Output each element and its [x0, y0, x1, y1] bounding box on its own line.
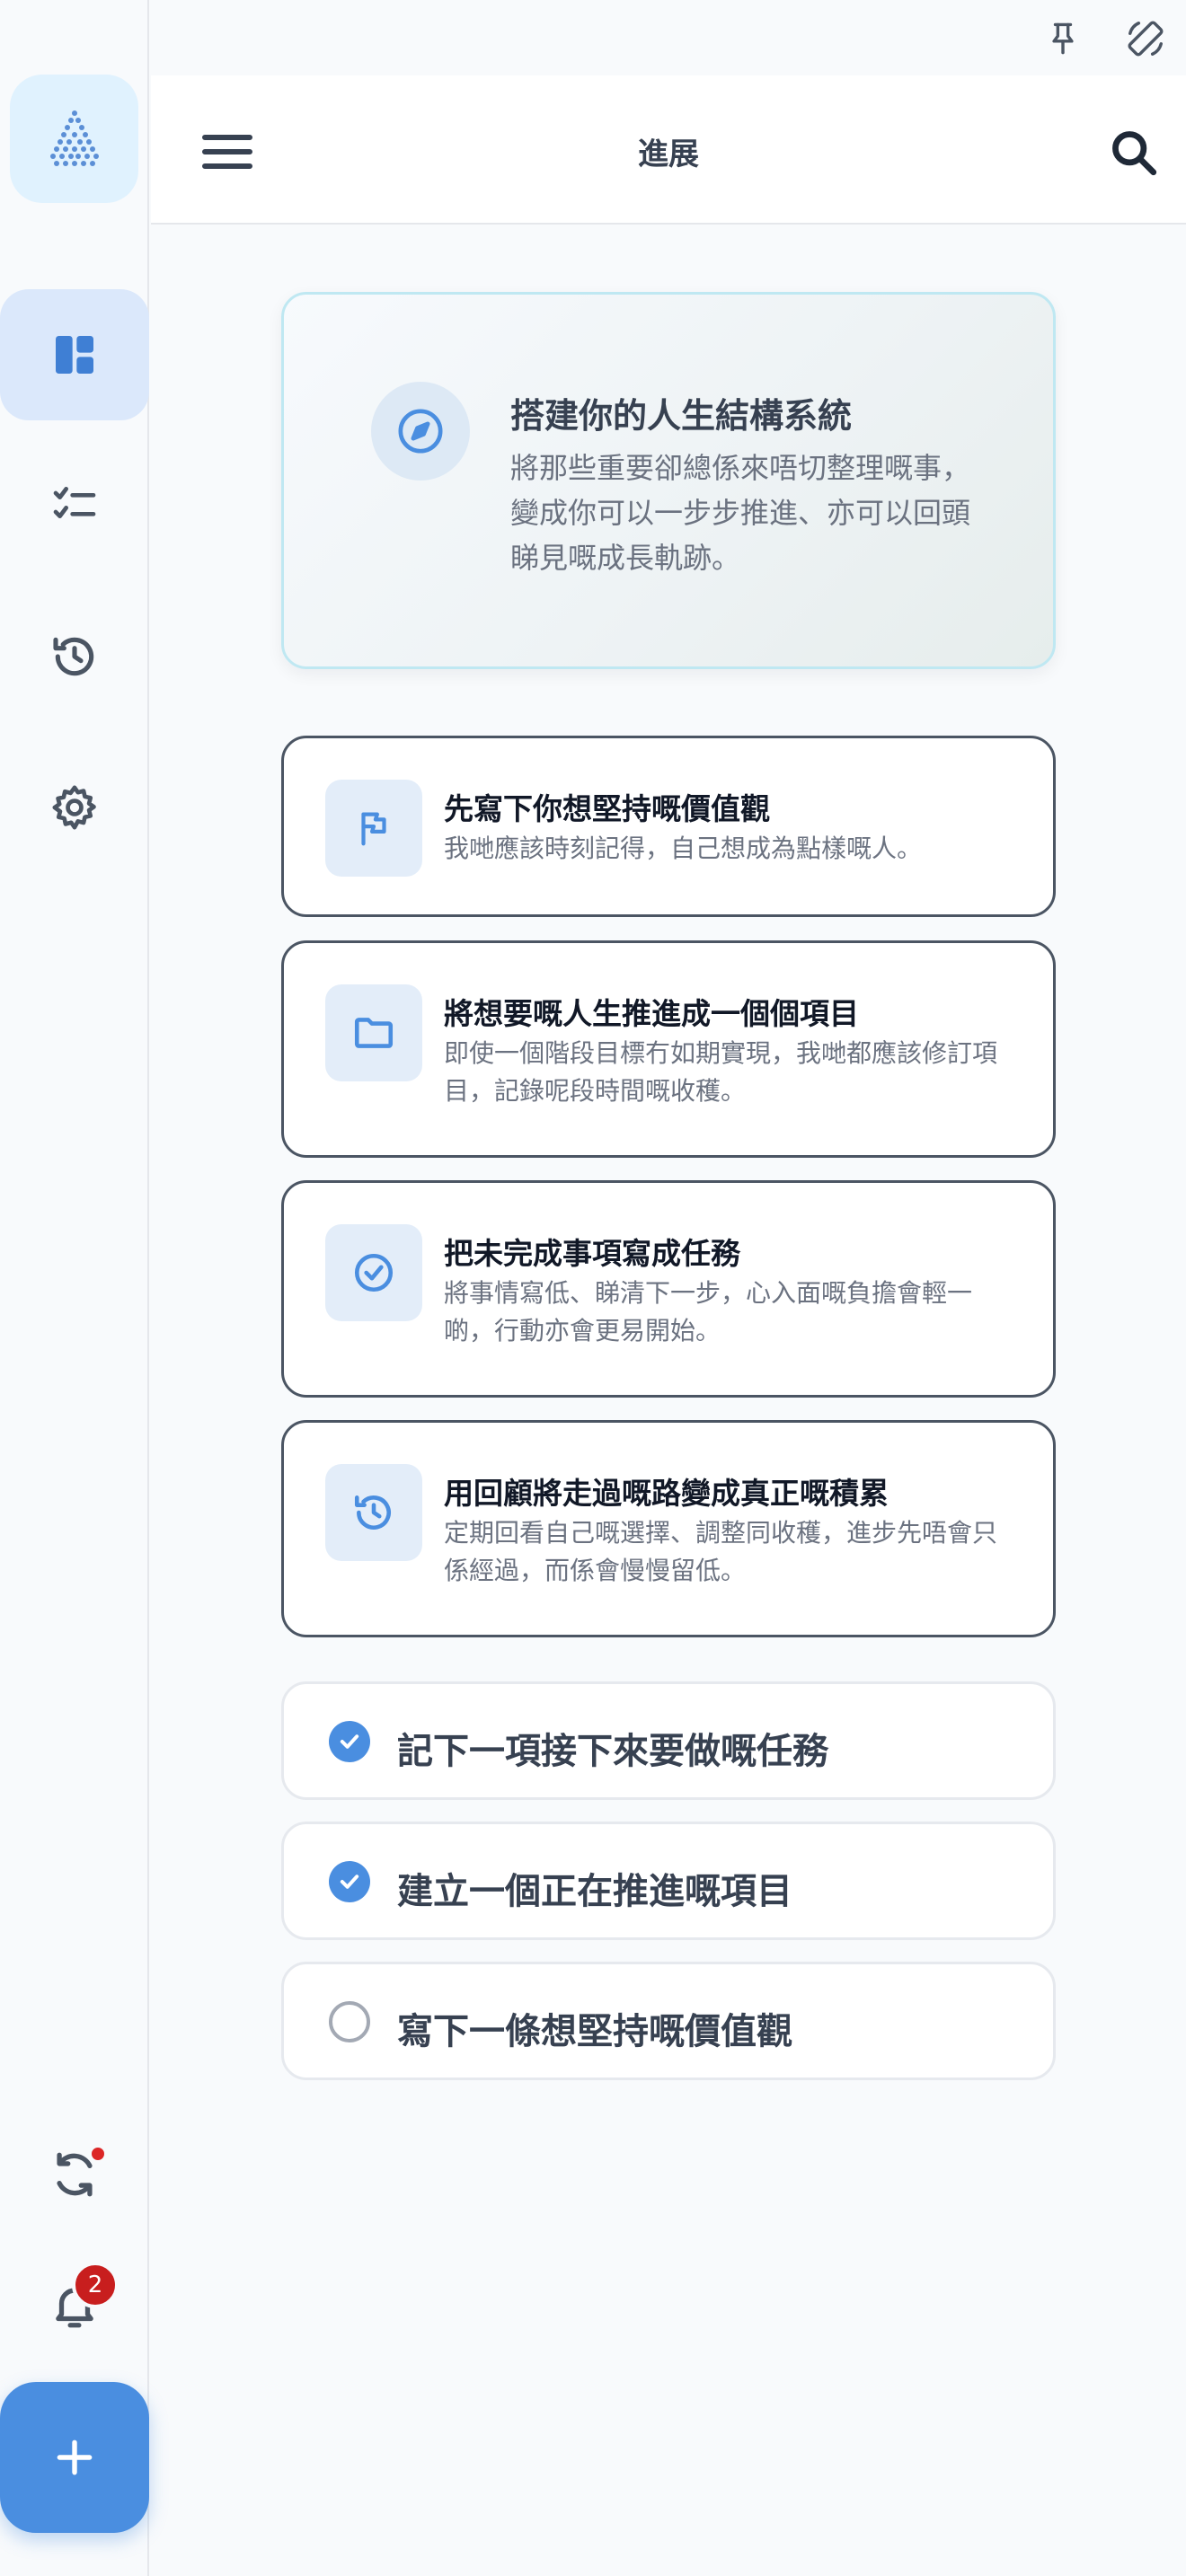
check-icon — [340, 1875, 359, 1889]
intro-body: 將那些重要卻總係來唔切整理嘅事，變成你可以一步步推進、亦可以回頭睇見嘅成長軌跡。 — [510, 451, 971, 575]
window-toolbar — [151, 0, 1186, 75]
folder-icon — [354, 1018, 394, 1048]
step-body: 定期回看自己嘅選擇、調整同收穫，進步先唔會只係經過，而係會慢慢留低。 — [444, 1518, 998, 1585]
search-button[interactable] — [1100, 119, 1168, 187]
checklist-item-project[interactable]: 建立一個正在推進嘅項目 — [281, 1822, 1056, 1940]
tasks-icon — [53, 487, 96, 518]
checkbox-checked[interactable] — [329, 1861, 370, 1902]
step-card-values[interactable]: 先寫下你想堅持嘅價值觀 我哋應該時刻記得，自己想成為點樣嘅人。 — [281, 736, 1056, 917]
step-title: 用回顧將走過嘅路變成真正嘅積累 — [444, 1476, 889, 1511]
checkbox-unchecked[interactable] — [329, 2001, 370, 2042]
checklist-item-task[interactable]: 記下一項接下來要做嘅任務 — [281, 1681, 1056, 1800]
intro-icon-badge — [371, 382, 470, 481]
step-card-tasks[interactable]: 把未完成事項寫成任務 將事情寫低、睇清下一步，心入面嘅負擔會輕一啲，行動亦會更易… — [281, 1180, 1056, 1398]
add-button[interactable] — [0, 2382, 149, 2533]
screen-rotation-icon — [1128, 21, 1164, 57]
step-card-review[interactable]: 用回顧將走過嘅路變成真正嘅積累 定期回看自己嘅選擇、調整同收穫，進步先唔會只係經… — [281, 1420, 1056, 1637]
step-title: 先寫下你想堅持嘅價值觀 — [444, 791, 770, 826]
intro-card: 搭建你的人生結構系統 將那些重要卻總係來唔切整理嘅事，變成你可以一步步推進、亦可… — [281, 292, 1056, 669]
checkbox-checked[interactable] — [329, 1721, 370, 1762]
dashboard-icon — [56, 336, 93, 374]
rotate-button[interactable] — [1123, 16, 1168, 61]
sync-update-dot — [89, 2145, 107, 2163]
app-bar: 進展 — [151, 75, 1186, 225]
navigation-rail: 2 — [0, 0, 149, 2576]
pin-button[interactable] — [1040, 16, 1085, 61]
history-icon — [354, 1495, 391, 1530]
step-icon-badge — [325, 1224, 422, 1321]
rail-item-history[interactable] — [0, 591, 149, 722]
settings-icon — [52, 785, 96, 830]
step-title: 將想要嘅人生推進成一個個項目 — [444, 996, 859, 1031]
step-icon-badge — [325, 984, 422, 1081]
rail-item-settings[interactable] — [0, 742, 149, 873]
rail-item-tasks[interactable] — [0, 440, 149, 571]
check-circle-icon — [354, 1253, 394, 1292]
step-body: 我哋應該時刻記得，自己想成為點樣嘅人。 — [444, 834, 923, 863]
check-icon — [340, 1734, 359, 1749]
step-card-projects[interactable]: 將想要嘅人生推進成一個個項目 即使一個階段目標冇如期實現，我哋都應該修訂項目，記… — [281, 940, 1056, 1158]
checklist-item-value[interactable]: 寫下一條想堅持嘅價值觀 — [281, 1962, 1056, 2080]
step-title: 把未完成事項寫成任務 — [444, 1236, 740, 1271]
notification-badge: 2 — [72, 2262, 119, 2308]
step-icon-badge — [325, 1464, 422, 1561]
checklist-label: 寫下一條想堅持嘅價值觀 — [397, 2011, 792, 2052]
history-icon — [53, 637, 94, 676]
step-icon-badge — [325, 780, 422, 877]
page-title: 進展 — [638, 137, 699, 172]
checklist-label: 建立一個正在推進嘅項目 — [397, 1871, 792, 1912]
plus-icon — [57, 2439, 93, 2475]
compass-icon — [398, 409, 443, 454]
step-body: 即使一個階段目標冇如期實現，我哋都應該修訂項目，記錄呢段時間嘅收穫。 — [444, 1038, 998, 1106]
flag-icon — [361, 812, 386, 846]
sync-button[interactable] — [0, 2109, 149, 2240]
step-body: 將事情寫低、睇清下一步，心入面嘅負擔會輕一啲，行動亦會更易開始。 — [444, 1278, 973, 1345]
checklist-label: 記下一項接下來要做嘅任務 — [397, 1731, 828, 1772]
search-icon — [1112, 131, 1157, 176]
intro-title: 搭建你的人生結構系統 — [510, 396, 853, 436]
notifications-button[interactable]: 2 — [0, 2240, 149, 2371]
pin-icon — [1052, 22, 1074, 55]
rail-item-dashboard[interactable] — [0, 289, 149, 420]
app-logo[interactable] — [10, 75, 138, 203]
logo-icon — [49, 110, 99, 166]
